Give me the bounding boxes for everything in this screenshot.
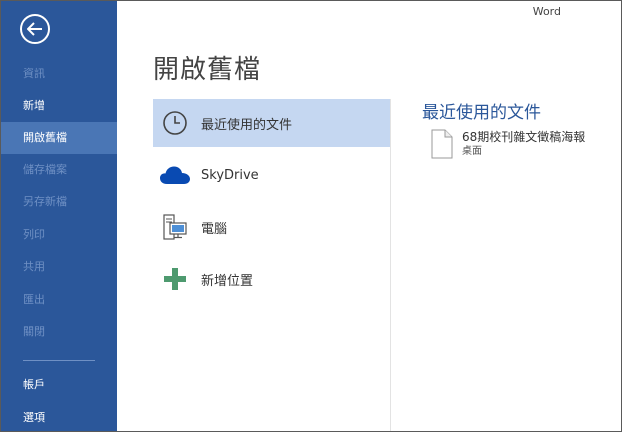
back-button[interactable] (20, 14, 50, 44)
place-label: SkyDrive (201, 167, 259, 183)
nav-account[interactable]: 帳戶 (1, 369, 117, 401)
nav-save-as: 另存新檔 (23, 195, 67, 208)
nav-share: 共用 (23, 260, 45, 273)
back-arrow-icon (27, 22, 42, 36)
nav-export: 匯出 (23, 293, 45, 306)
place-recent-documents[interactable]: 最近使用的文件 (153, 99, 390, 147)
place-label: 最近使用的文件 (201, 117, 293, 133)
place-skydrive[interactable]: SkyDrive (153, 151, 390, 199)
nav-options[interactable]: 選項 (1, 402, 117, 431)
backstage-window: 資訊 新增 開啟舊檔 儲存檔案 另存新檔 列印 共用 匯出 關閉 帳戶 選項 W… (0, 0, 622, 432)
nav-info: 資訊 (23, 67, 45, 80)
file-name: 68期校刊雜文徵稿海報 (462, 130, 586, 144)
cloud-icon (157, 157, 193, 193)
place-add-location[interactable]: 新增位置 (153, 255, 390, 303)
panel-divider (390, 99, 391, 431)
backstage-sidebar: 資訊 新增 開啟舊檔 儲存檔案 另存新檔 列印 共用 匯出 關閉 帳戶 選項 (1, 1, 117, 431)
nav-save: 儲存檔案 (23, 163, 67, 176)
app-name: Word (532, 5, 561, 18)
document-icon (431, 129, 453, 159)
nav-divider (23, 360, 95, 361)
nav-close: 關閉 (23, 325, 45, 338)
file-location: 桌面 (462, 146, 482, 157)
nav-print: 列印 (23, 228, 45, 241)
nav-open[interactable]: 開啟舊檔 (1, 122, 117, 154)
places-list: 最近使用的文件 SkyDrive 電腦 新增位置 (153, 99, 390, 307)
page-title: 開啟舊檔 (153, 55, 262, 85)
nav-new[interactable]: 新增 (1, 90, 117, 122)
clock-icon (157, 105, 193, 141)
computer-icon (157, 209, 193, 245)
place-label: 電腦 (201, 221, 228, 237)
plus-icon (157, 261, 193, 297)
place-label: 新增位置 (201, 273, 254, 289)
recent-section-title: 最近使用的文件 (422, 103, 541, 123)
place-computer[interactable]: 電腦 (153, 203, 390, 251)
recent-file-item[interactable]: 68期校刊雜文徵稿海報 桌面 (431, 129, 585, 159)
